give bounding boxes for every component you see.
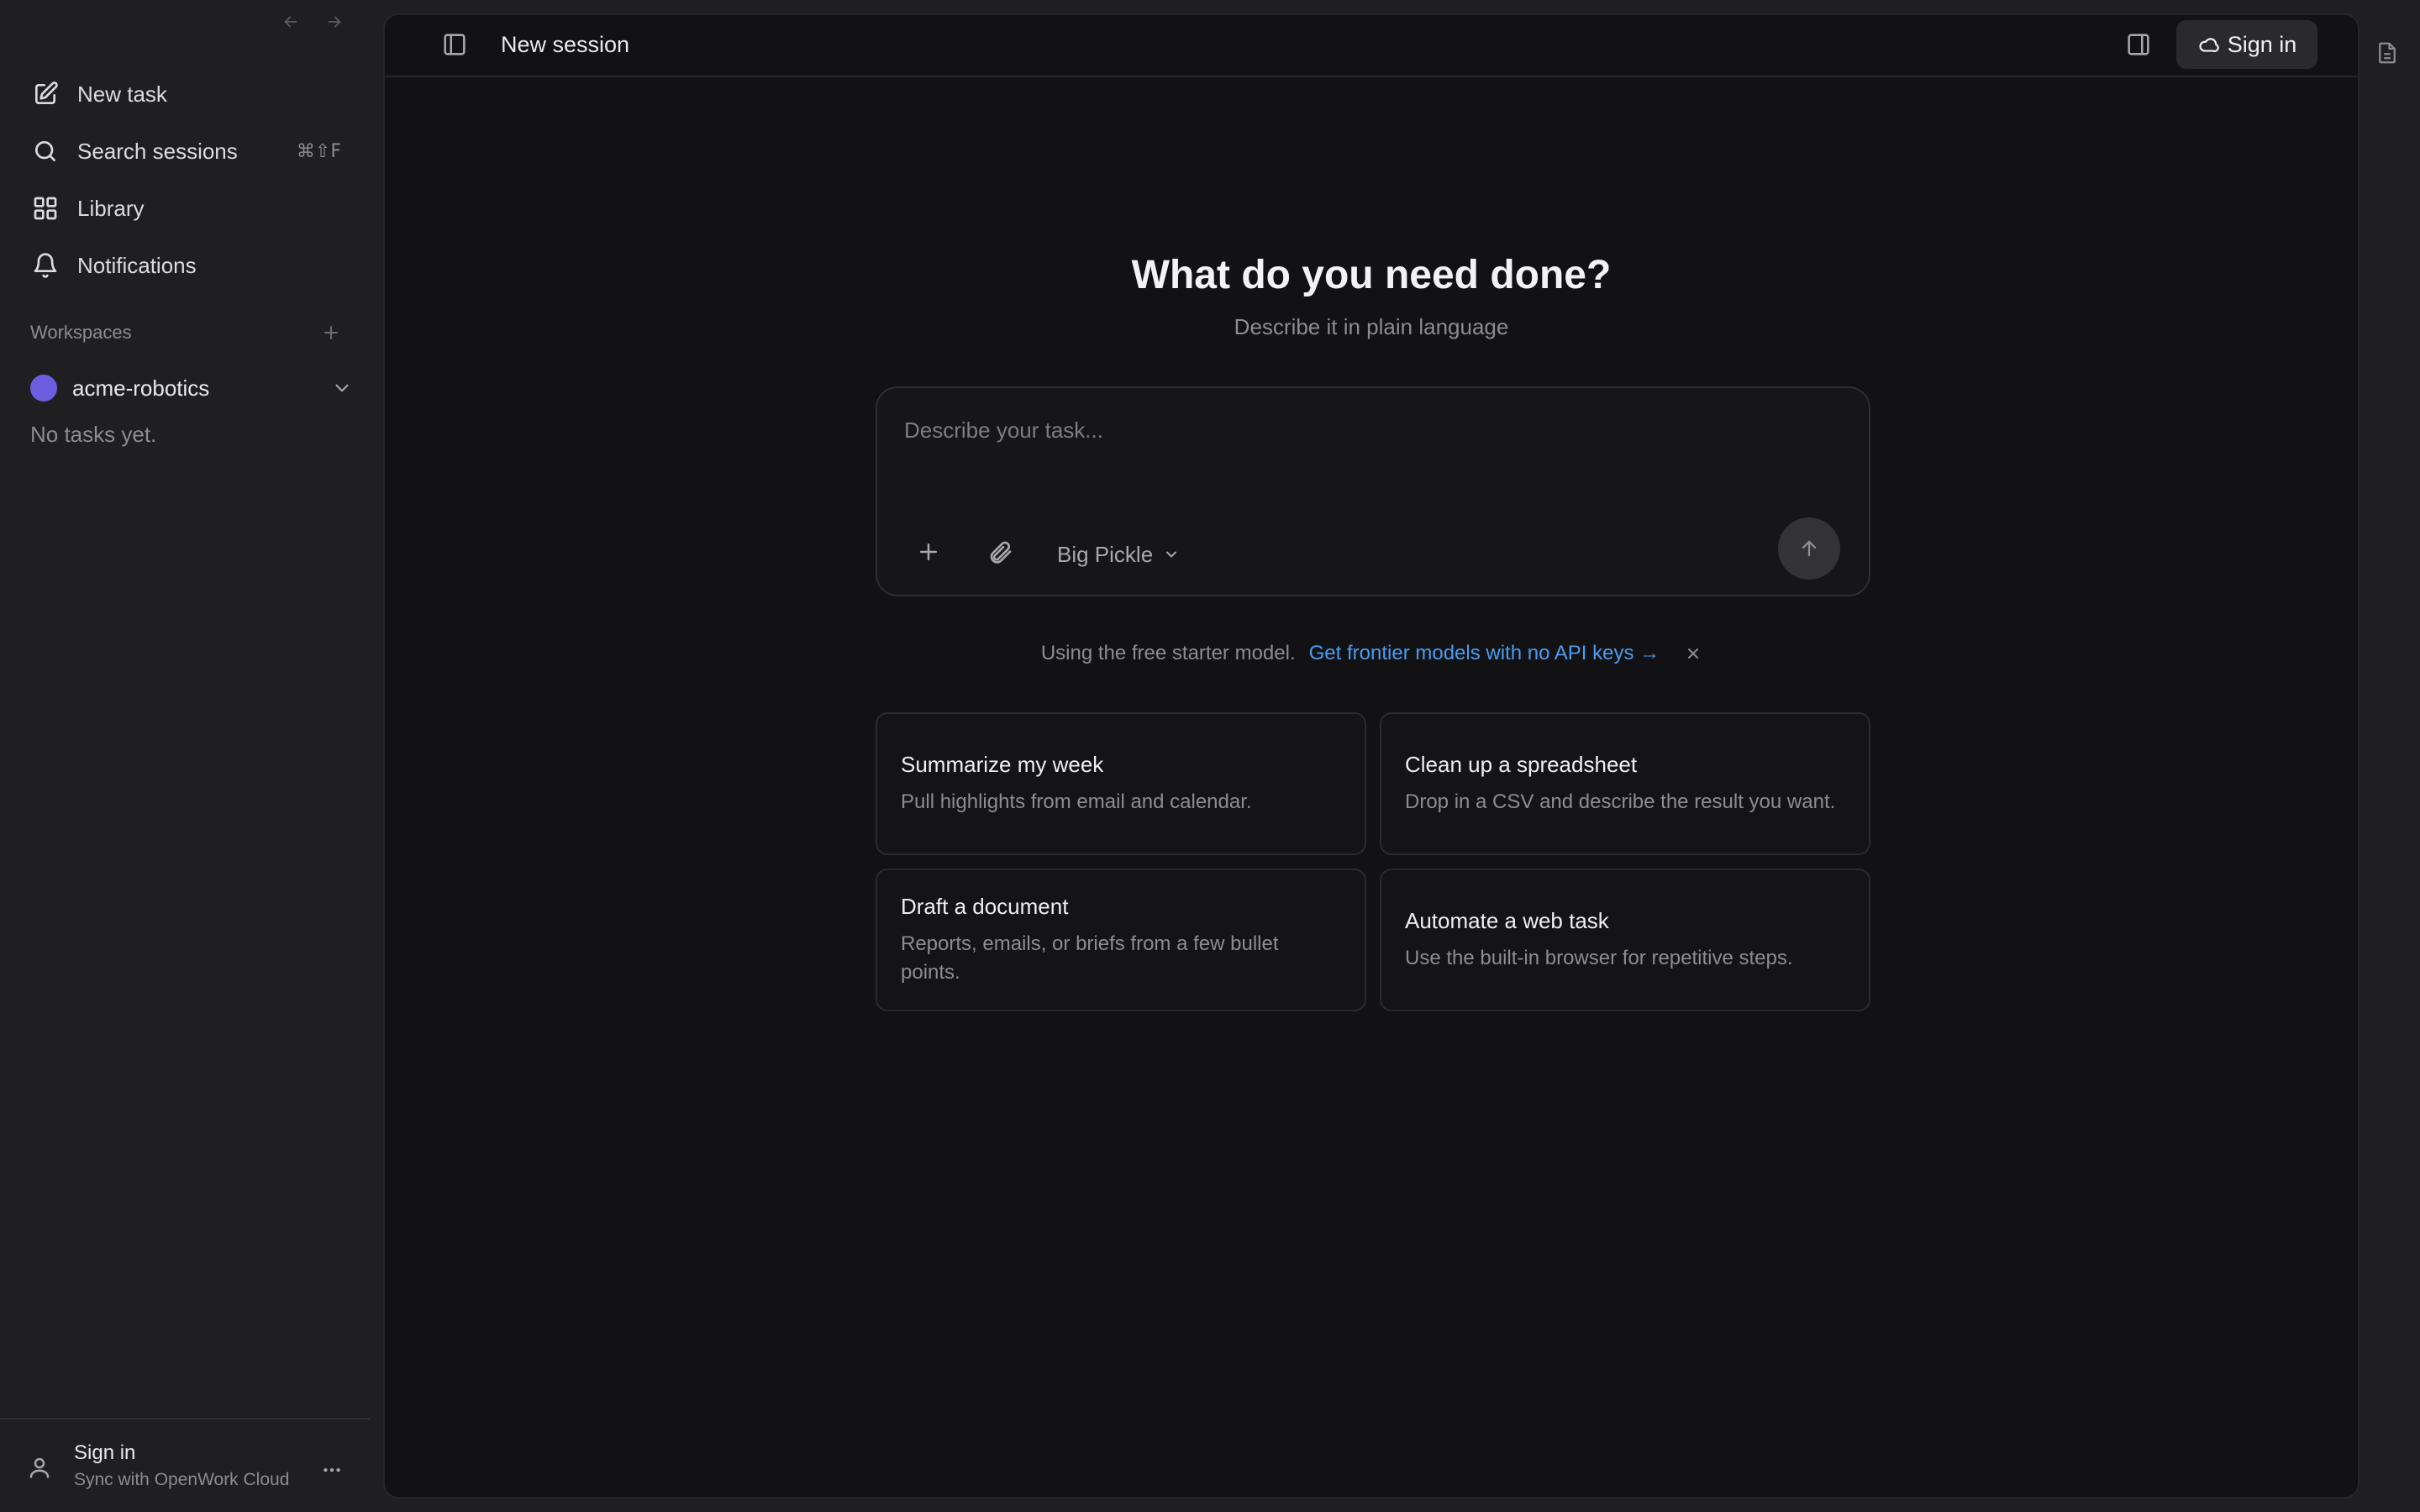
card-description: Reports, emails, or briefs from a few bu… (901, 932, 1279, 984)
more-horizontal-icon[interactable] (321, 1459, 343, 1481)
card-description: Pull highlights from email and calendar. (901, 790, 1252, 813)
sidebar-footer[interactable]: Sign in Sync with OpenWork Cloud (0, 1418, 370, 1512)
grid-icon (30, 193, 60, 223)
workspace-color-dot (30, 375, 57, 402)
right-panel-toggle-icon[interactable] (2124, 30, 2153, 59)
close-icon[interactable] (1685, 645, 1702, 662)
card-title: Draft a document (901, 893, 1069, 919)
card-description: Use the built-in browser for repetitive … (1405, 946, 1793, 969)
arrow-up-icon (1797, 537, 1821, 560)
forward-arrow-icon[interactable] (321, 8, 348, 35)
card-title: Summarize my week (901, 751, 1104, 777)
model-selector[interactable]: Big Pickle (1057, 536, 1180, 573)
sidebar-toggle-icon[interactable] (440, 30, 469, 59)
keyboard-shortcut: ⌘⇧F (296, 140, 341, 162)
card-title: Clean up a spreadsheet (1405, 751, 1638, 777)
card-title: Automate a web task (1405, 907, 1609, 933)
sidebar-item-label: New task (77, 81, 167, 107)
card-description: Drop in a CSV and describe the result yo… (1405, 790, 1836, 813)
pencil-square-icon (30, 79, 60, 109)
model-name: Big Pickle (1057, 541, 1154, 567)
sidebar-item-notifications[interactable]: Notifications (17, 239, 366, 292)
sidebar: New task Search sessions ⌘⇧F Library Not… (0, 0, 383, 1512)
suggestion-card-clean-spreadsheet[interactable]: Clean up a spreadsheet Drop in a CSV and… (1380, 712, 1870, 855)
chevron-down-icon (1163, 546, 1180, 563)
cloud-icon (2197, 34, 2219, 55)
sidebar-item-new-task[interactable]: New task (17, 67, 366, 121)
sidebar-item-search-sessions[interactable]: Search sessions ⌘⇧F (17, 124, 366, 178)
workspace-name: acme-robotics (72, 375, 210, 401)
frontier-models-link[interactable]: Get frontier models with no API keys → (1309, 642, 1660, 665)
app-window: New task Search sessions ⌘⇧F Library Not… (0, 0, 2420, 1512)
history-nav (277, 8, 348, 35)
workspace-item[interactable]: acme-robotics (17, 361, 366, 415)
suggestion-cards: Summarize my week Pull highlights from e… (876, 712, 1870, 1011)
send-button[interactable] (1778, 517, 1840, 580)
chevron-down-icon[interactable] (331, 377, 353, 399)
top-bar: New session Sign in (385, 15, 2358, 77)
add-workspace-plus-icon[interactable] (321, 323, 341, 343)
page-title: New session (501, 32, 630, 57)
main-panel: New session Sign in What do you need don… (383, 13, 2360, 1499)
sidebar-item-label: Search sessions (77, 138, 238, 164)
task-composer: Big Pickle (876, 386, 1870, 596)
notice-text: Using the free starter model. (1040, 642, 1296, 664)
sidebar-nav: New task Search sessions ⌘⇧F Library Not… (17, 67, 366, 296)
document-icon[interactable] (2375, 40, 2400, 66)
user-icon (27, 1455, 57, 1485)
task-input[interactable] (904, 405, 1828, 455)
paperclip-icon[interactable] (986, 539, 1013, 566)
sidebar-item-label: Notifications (77, 252, 197, 278)
sidebar-item-library[interactable]: Library (17, 181, 366, 235)
back-arrow-icon[interactable] (277, 8, 304, 35)
sidebar-item-label: Library (77, 195, 145, 221)
footer-subtitle: Sync with OpenWork Cloud (74, 1470, 290, 1489)
sign-in-label: Sign in (2227, 31, 2297, 57)
hero-subtitle: Describe it in plain language (1234, 314, 1509, 339)
empty-tasks-text: No tasks yet. (30, 422, 157, 447)
footer-text: Sign in Sync with OpenWork Cloud (74, 1441, 289, 1490)
bell-icon (30, 250, 60, 281)
sign-in-button[interactable]: Sign in (2176, 20, 2317, 69)
hero-title: What do you need done? (1131, 253, 1612, 297)
workspaces-header: Workspaces (30, 318, 341, 348)
search-icon (30, 136, 60, 166)
suggestion-card-draft-document[interactable]: Draft a document Reports, emails, or bri… (876, 869, 1366, 1011)
workspaces-title: Workspaces (30, 322, 132, 343)
footer-signin-label[interactable]: Sign in (74, 1441, 289, 1465)
suggestion-card-summarize-week[interactable]: Summarize my week Pull highlights from e… (876, 712, 1366, 855)
plus-icon[interactable] (916, 539, 941, 564)
starter-model-notice: Using the free starter model. Get fronti… (385, 642, 2358, 665)
suggestion-card-automate-web-task[interactable]: Automate a web task Use the built-in bro… (1380, 869, 1870, 1011)
